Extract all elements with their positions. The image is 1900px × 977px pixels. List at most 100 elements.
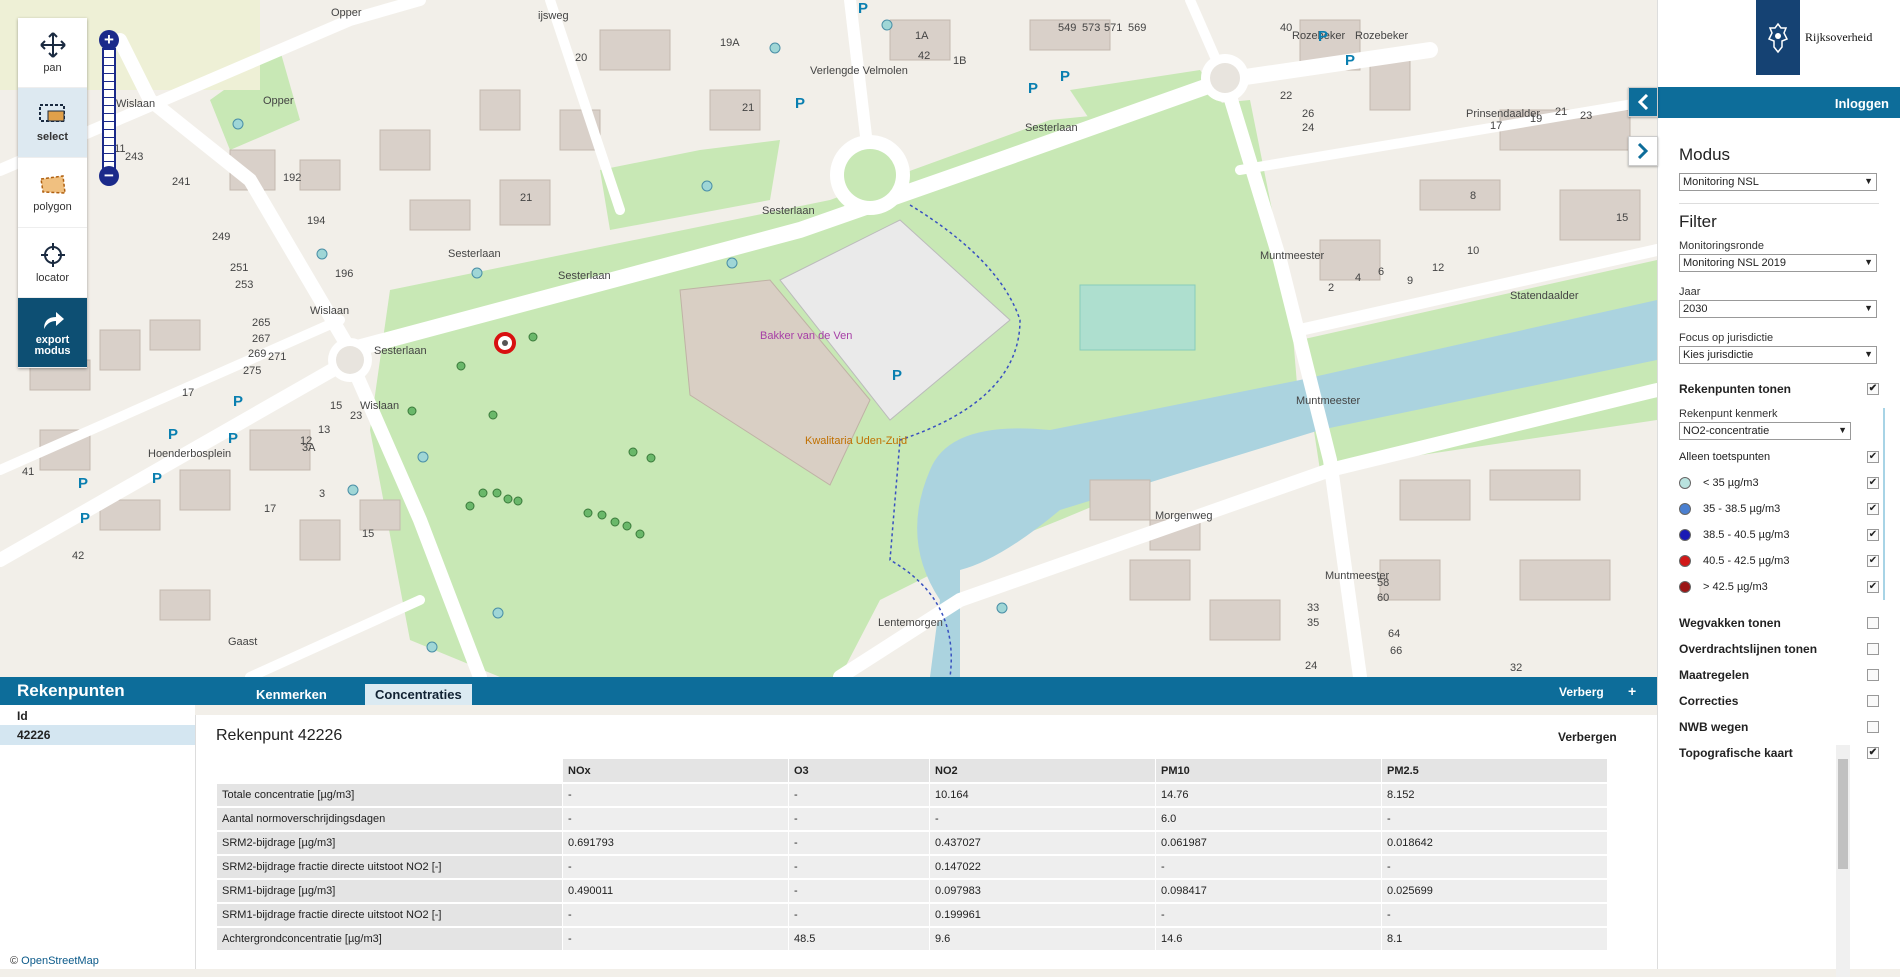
layer-checkbox[interactable] — [1867, 695, 1879, 707]
table-cell: 8.152 — [1382, 784, 1607, 806]
house-number: 243 — [125, 151, 144, 163]
table-cell: - — [1382, 856, 1607, 878]
alleen-toetspunten-label: Alleen toetspunten — [1679, 451, 1771, 463]
select-tool-button[interactable]: select — [18, 88, 87, 158]
house-number: 40 — [1280, 22, 1293, 34]
map-view[interactable]: Opper Wislaan Opper Sesterlaan Sesterlaa… — [0, 0, 1657, 677]
house-number: 17 — [1490, 120, 1503, 132]
layer-item[interactable]: Correcties — [1679, 688, 1879, 714]
legend-item[interactable]: 35 - 38.5 µg/m3 ✔ — [1679, 496, 1879, 522]
alleen-toetspunten-row[interactable]: Alleen toetspunten ✔ — [1679, 444, 1879, 470]
house-number: 192 — [283, 172, 302, 184]
house-number: 275 — [243, 365, 262, 377]
layer-checkbox[interactable] — [1867, 617, 1879, 629]
verbergen-button[interactable]: Verbergen — [1558, 730, 1617, 744]
table-row: Totale concentratie [µg/m3] - -10.164 14.76… — [217, 784, 1607, 806]
alleen-toetspunten-checkbox[interactable]: ✔ — [1867, 451, 1879, 463]
house-number: 42 — [918, 50, 931, 62]
rekenpunten-options: Rekenpunt kenmerk NO2-concentratie Allee… — [1679, 408, 1885, 600]
house-number: 571 — [1104, 22, 1123, 34]
id-list-item[interactable]: 42226 — [0, 725, 195, 745]
side-panel: Rijksoverheid Inloggen Modus Monitoring … — [1628, 0, 1900, 969]
vertical-scrollbar[interactable] — [1836, 745, 1850, 977]
map-tool-palette: pan select polygon locator export modus — [18, 18, 87, 368]
rekenpunt-kenmerk-select[interactable]: NO2-concentratie — [1679, 422, 1851, 440]
house-number: 15 — [1616, 212, 1629, 224]
layer-item[interactable]: Maatregelen — [1679, 662, 1879, 688]
legend-item[interactable]: < 35 µg/m3 ✔ — [1679, 470, 1879, 496]
tab-concentraties[interactable]: Concentraties — [365, 684, 472, 705]
layer-item[interactable]: Overdrachtslijnen tonen — [1679, 636, 1879, 662]
table-cell: - — [1156, 856, 1381, 878]
legend-item[interactable]: 38.5 - 40.5 µg/m3 ✔ — [1679, 522, 1879, 548]
locator-tool-button[interactable]: locator — [18, 228, 87, 298]
collapse-panel-button[interactable] — [1628, 87, 1658, 117]
layer-item[interactable]: NWB wegen — [1679, 714, 1879, 740]
layer-item[interactable]: Wegvakken tonen — [1679, 610, 1879, 636]
row-label: SRM1-bijdrage [µg/m3] — [217, 880, 562, 902]
table-cell: 0.199961 — [930, 904, 1155, 926]
house-number: 8 — [1470, 190, 1477, 202]
rekenpunten-tonen-row[interactable]: Rekenpunten tonen ✔ — [1679, 376, 1879, 402]
house-number: 19A — [720, 37, 740, 49]
house-number: 58 — [1377, 577, 1390, 589]
legend-swatch — [1679, 503, 1691, 516]
openstreetmap-link[interactable]: OpenStreetMap — [21, 955, 99, 967]
layer-checkbox[interactable] — [1867, 669, 1879, 681]
hide-panel-button[interactable]: Verberg — [1559, 685, 1604, 699]
table-row: SRM1-bijdrage fractie directe uitstoot N… — [217, 904, 1607, 926]
expand-panel-button[interactable] — [1628, 136, 1658, 166]
legend-label: 35 - 38.5 µg/m3 — [1679, 503, 1780, 516]
parking-icon: P — [78, 475, 89, 492]
street-label: Opper — [331, 7, 362, 19]
poi-label: Kwalitaria Uden-Zuid — [805, 435, 908, 447]
layer-checkbox[interactable] — [1867, 643, 1879, 655]
house-number: 269 — [248, 348, 267, 360]
legend-swatch — [1679, 555, 1691, 568]
expand-panel-plus-button[interactable]: + — [1628, 683, 1636, 699]
legend-item[interactable]: 40.5 - 42.5 µg/m3 ✔ — [1679, 548, 1879, 574]
pan-tool-button[interactable]: pan — [18, 18, 87, 88]
layer-checkbox[interactable] — [1867, 721, 1879, 733]
zoom-out-button[interactable]: − — [99, 166, 119, 186]
street-label: Sesterlaan — [448, 248, 501, 260]
polygon-icon — [39, 174, 66, 194]
focus-select[interactable]: Kies jurisdictie — [1679, 346, 1877, 364]
house-number: 194 — [307, 215, 326, 227]
layer-label: Correcties — [1679, 694, 1739, 708]
layer-checkbox[interactable]: ✔ — [1867, 747, 1879, 759]
house-number: 21 — [520, 192, 533, 204]
scrollbar-thumb[interactable] — [1838, 759, 1848, 869]
rekenpunten-tonen-checkbox[interactable]: ✔ — [1867, 383, 1879, 395]
logo-text: Rijksoverheid — [1805, 30, 1873, 44]
rekenpunten-tonen-label: Rekenpunten tonen — [1679, 382, 1792, 396]
monitoringsronde-select[interactable]: Monitoring NSL 2019 — [1679, 254, 1877, 272]
house-number: 24 — [1302, 122, 1315, 134]
modus-heading: Modus — [1679, 145, 1731, 164]
zoom-slider-track[interactable] — [102, 48, 116, 170]
parking-icon: P — [858, 0, 869, 17]
tab-kenmerken[interactable]: Kenmerken — [246, 684, 337, 705]
login-button[interactable]: Inloggen — [1658, 87, 1900, 118]
export-mode-button[interactable]: export modus — [18, 298, 87, 368]
poi-label: Bakker van de Ven — [760, 330, 853, 342]
polygon-tool-button[interactable]: polygon — [18, 158, 87, 228]
table-row: SRM2-bijdrage fractie directe uitstoot N… — [217, 856, 1607, 878]
id-list: Id 42226 — [0, 705, 195, 969]
table-cell: - — [563, 928, 788, 950]
table-cell: - — [930, 808, 1155, 830]
legend-checkbox[interactable]: ✔ — [1867, 503, 1879, 515]
legend-checkbox[interactable]: ✔ — [1867, 581, 1879, 593]
parking-icon: P — [80, 510, 91, 527]
table-cell: 48.5 — [789, 928, 929, 950]
legend-checkbox[interactable]: ✔ — [1867, 477, 1879, 489]
legend-checkbox[interactable]: ✔ — [1867, 555, 1879, 567]
table-cell: 0.097983 — [930, 880, 1155, 902]
table-cell: 8.1 — [1382, 928, 1607, 950]
bottom-panel-title: Rekenpunten — [17, 681, 125, 700]
zoom-in-button[interactable]: + — [99, 30, 119, 50]
jaar-select[interactable]: 2030 — [1679, 300, 1877, 318]
legend-item[interactable]: > 42.5 µg/m3 ✔ — [1679, 574, 1879, 600]
modus-select[interactable]: Monitoring NSL — [1679, 173, 1877, 191]
legend-checkbox[interactable]: ✔ — [1867, 529, 1879, 541]
